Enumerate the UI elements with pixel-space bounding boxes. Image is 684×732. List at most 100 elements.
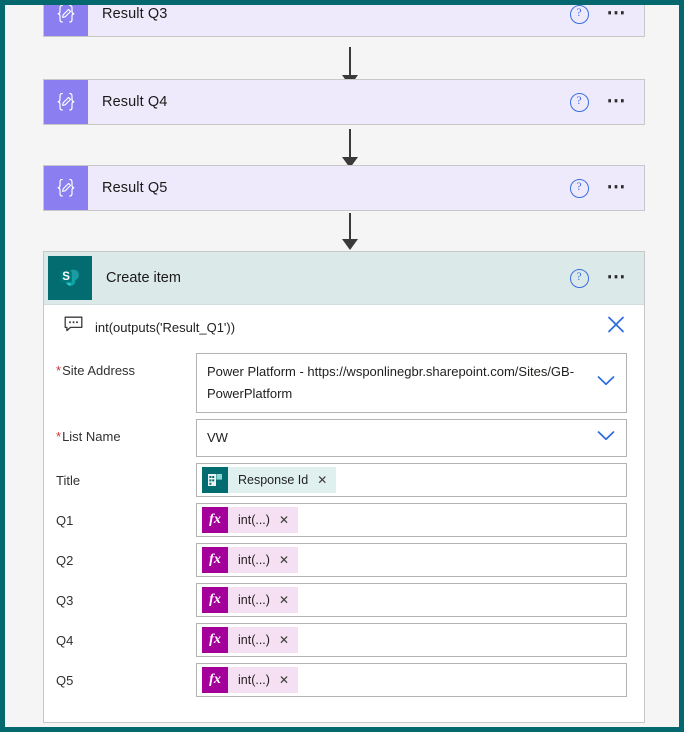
field-label-q1: Q1 xyxy=(56,503,196,528)
required-asterisk: * xyxy=(56,429,62,444)
flow-connector-arrow xyxy=(342,213,358,253)
token-chip-body: Response Id ✕ xyxy=(228,467,337,493)
sharepoint-icon: S xyxy=(48,256,92,300)
field-label-site-address: *Site Address xyxy=(56,353,196,378)
flow-card-result-q5[interactable]: Result Q5 ? ⋯ xyxy=(43,165,645,211)
token-chip-expression[interactable]: fx int(...) ✕ xyxy=(202,507,299,533)
title-input[interactable]: Response Id ✕ xyxy=(196,463,627,497)
expression-preview-row: int(outputs('Result_Q1')) xyxy=(54,305,634,349)
token-label: int(...) xyxy=(238,513,270,527)
fx-icon: fx xyxy=(202,507,228,533)
show-advanced-options-row[interactable]: Show advanced options xyxy=(44,703,644,728)
flow-card-title: Result Q5 xyxy=(102,180,168,196)
create-item-actions: ? ⋯ xyxy=(569,268,645,288)
more-options-icon[interactable]: ⋯ xyxy=(607,5,629,23)
field-label-text: Q1 xyxy=(56,513,74,528)
token-chip-response-id[interactable]: Response Id ✕ xyxy=(202,467,337,493)
help-circle-icon[interactable]: ? xyxy=(569,5,589,24)
create-item-header[interactable]: S Create item ? ⋯ xyxy=(44,252,644,305)
token-chip-body: int(...) ✕ xyxy=(228,547,299,573)
field-row-site-address: *Site Address Power Platform - https://w… xyxy=(44,353,644,413)
field-label-text: Site Address xyxy=(62,363,136,378)
more-options-icon[interactable]: ⋯ xyxy=(607,178,629,197)
compose-icon xyxy=(44,5,88,36)
token-label: int(...) xyxy=(238,633,270,647)
field-label-text: Q2 xyxy=(56,553,74,568)
expression-preview-text: int(outputs('Result_Q1')) xyxy=(95,319,236,335)
chevron-down-icon[interactable] xyxy=(596,429,616,447)
field-row-q4: Q4 fx int(...) ✕ xyxy=(44,623,644,657)
q3-input[interactable]: fx int(...) ✕ xyxy=(196,583,627,617)
show-advanced-options-link[interactable]: Show advanced options xyxy=(56,727,194,728)
flow-card-title: Result Q3 xyxy=(102,6,168,22)
field-label-text: Q5 xyxy=(56,673,74,688)
q1-input[interactable]: fx int(...) ✕ xyxy=(196,503,627,537)
remove-token-icon[interactable]: ✕ xyxy=(279,594,289,606)
required-asterisk: * xyxy=(56,363,62,378)
flow-card-result-q3[interactable]: Result Q3 ? ⋯ xyxy=(43,5,645,37)
field-label-text: Q3 xyxy=(56,593,74,608)
token-chip-expression[interactable]: fx int(...) ✕ xyxy=(202,587,299,613)
create-item-title: Create item xyxy=(106,270,181,286)
field-label-text: List Name xyxy=(62,429,121,444)
token-label: int(...) xyxy=(238,553,270,567)
flow-card-title: Result Q4 xyxy=(102,94,168,110)
token-chip-body: int(...) ✕ xyxy=(228,507,299,533)
token-chip-expression[interactable]: fx int(...) ✕ xyxy=(202,547,299,573)
field-label-q4: Q4 xyxy=(56,623,196,648)
flow-card-actions: ? ⋯ xyxy=(569,92,645,112)
compose-icon xyxy=(44,80,88,124)
token-chip-expression[interactable]: fx int(...) ✕ xyxy=(202,627,299,653)
help-circle-icon[interactable]: ? xyxy=(569,178,589,198)
create-item-fields: *Site Address Power Platform - https://w… xyxy=(44,349,644,727)
token-chip-body: int(...) ✕ xyxy=(228,667,299,693)
flow-card-create-item[interactable]: S Create item ? ⋯ int(outputs('Result_Q1… xyxy=(43,251,645,727)
token-label: int(...) xyxy=(238,673,270,687)
q5-input[interactable]: fx int(...) ✕ xyxy=(196,663,627,697)
field-row-q1: Q1 fx int(...) ✕ xyxy=(44,503,644,537)
compose-icon xyxy=(44,166,88,210)
token-label: Response Id xyxy=(238,473,309,487)
token-chip-expression[interactable]: fx int(...) ✕ xyxy=(202,667,299,693)
flow-card-result-q4[interactable]: Result Q4 ? ⋯ xyxy=(43,79,645,125)
svg-text:S: S xyxy=(62,271,70,283)
close-icon[interactable] xyxy=(604,313,628,342)
flow-designer-canvas: Result Q3 ? ⋯ Result Q4 ? ⋯ Result Q5 ? … xyxy=(5,5,679,727)
field-row-q5: Q5 fx int(...) ✕ xyxy=(44,663,644,697)
q2-input[interactable]: fx int(...) ✕ xyxy=(196,543,627,577)
flow-connector-arrow xyxy=(342,129,358,169)
list-name-value: VW xyxy=(207,430,228,445)
field-label-q5: Q5 xyxy=(56,663,196,688)
field-row-list-name: *List Name VW xyxy=(44,419,644,457)
token-chip-body: int(...) ✕ xyxy=(228,587,299,613)
help-circle-icon[interactable]: ? xyxy=(569,92,589,112)
remove-token-icon[interactable]: ✕ xyxy=(279,514,289,526)
field-label-title: Title xyxy=(56,463,196,488)
more-options-icon[interactable]: ⋯ xyxy=(607,268,629,287)
field-label-q2: Q2 xyxy=(56,543,196,568)
fx-icon: fx xyxy=(202,627,228,653)
remove-token-icon[interactable]: ✕ xyxy=(279,634,289,646)
field-label-q3: Q3 xyxy=(56,583,196,608)
remove-token-icon[interactable]: ✕ xyxy=(317,474,327,486)
fx-icon: fx xyxy=(202,547,228,573)
field-row-q2: Q2 fx int(...) ✕ xyxy=(44,543,644,577)
list-name-dropdown[interactable]: VW xyxy=(196,419,627,457)
q4-input[interactable]: fx int(...) ✕ xyxy=(196,623,627,657)
field-label-text: Q4 xyxy=(56,633,74,648)
flow-card-actions: ? ⋯ xyxy=(569,5,645,24)
flow-card-actions: ? ⋯ xyxy=(569,178,645,198)
token-chip-body: int(...) ✕ xyxy=(228,627,299,653)
chevron-down-icon[interactable] xyxy=(203,725,222,727)
site-address-dropdown[interactable]: Power Platform - https://wsponlinegbr.sh… xyxy=(196,353,627,413)
token-label: int(...) xyxy=(238,593,270,607)
chevron-down-icon[interactable] xyxy=(596,374,616,392)
field-row-title: Title Response Id ✕ xyxy=(44,463,644,497)
site-address-value: Power Platform - https://wsponlinegbr.sh… xyxy=(207,364,575,401)
remove-token-icon[interactable]: ✕ xyxy=(279,554,289,566)
more-options-icon[interactable]: ⋯ xyxy=(607,92,629,111)
comment-icon xyxy=(64,316,83,338)
field-label-list-name: *List Name xyxy=(56,419,196,444)
help-circle-icon[interactable]: ? xyxy=(569,268,589,288)
remove-token-icon[interactable]: ✕ xyxy=(279,674,289,686)
